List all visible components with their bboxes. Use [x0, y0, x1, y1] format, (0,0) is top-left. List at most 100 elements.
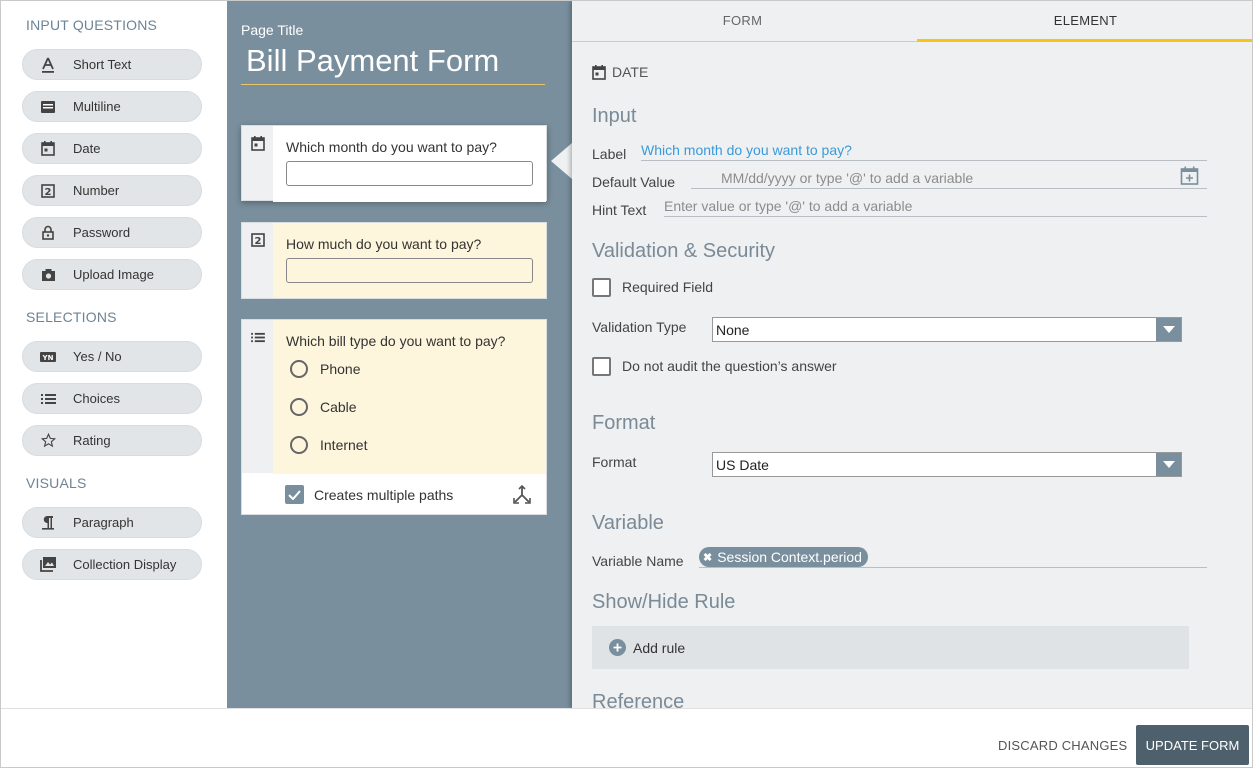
palette-item-label: Multiline [73, 99, 121, 114]
palette-item-label: Upload Image [73, 267, 154, 282]
required-field-checkbox[interactable] [592, 278, 611, 297]
card-handle[interactable]: 2 [242, 223, 273, 298]
required-field-label: Required Field [622, 279, 714, 295]
question-text: Which month do you want to pay? [286, 139, 497, 155]
lock-icon [23, 225, 73, 240]
number-icon: 2 [23, 183, 73, 198]
calendar-icon [250, 136, 265, 200]
format-select[interactable]: US Date [712, 452, 1182, 477]
element-type-label: DATE [612, 64, 649, 80]
properties-panel: FORM ELEMENT DATE Input Label Which mont… [572, 1, 1252, 708]
palette-item-multiline[interactable]: Multiline [22, 91, 202, 122]
default-value-input[interactable]: MM/dd/yyyy or type '@' to add a variable [721, 170, 973, 186]
choice-option-cable[interactable]: Cable [290, 398, 357, 416]
palette-item-upload-image[interactable]: Upload Image [22, 259, 202, 290]
image-gallery-icon [23, 557, 73, 572]
palette-item-number[interactable]: 2 Number [22, 175, 202, 206]
radio-button[interactable] [290, 398, 308, 416]
visuals-heading: VISUALS [26, 475, 87, 491]
date-answer-input[interactable] [286, 161, 533, 186]
question-card-number[interactable]: 2 How much do you want to pay? [241, 222, 547, 299]
palette-item-label: Choices [73, 391, 120, 406]
radio-button[interactable] [290, 360, 308, 378]
palette-item-password[interactable]: Password [22, 217, 202, 248]
choice-option-phone[interactable]: Phone [290, 360, 360, 378]
text-icon [23, 57, 73, 73]
palette-item-yes-no[interactable]: YN Yes / No [22, 341, 202, 372]
default-value-underline [691, 188, 1207, 189]
element-type-header: DATE [592, 64, 648, 80]
label-field-underline [641, 160, 1207, 161]
palette-item-label: Collection Display [73, 557, 177, 572]
selection-pointer [551, 143, 572, 179]
branch-paths-icon[interactable] [512, 484, 532, 510]
calendar-add-icon[interactable] [1180, 166, 1199, 190]
remove-variable-icon[interactable]: ✖ [703, 551, 712, 564]
choice-label: Cable [320, 399, 357, 415]
question-card-date[interactable]: Which month do you want to pay? [241, 125, 547, 202]
no-audit-checkbox[interactable] [592, 357, 611, 376]
element-palette: INPUT QUESTIONS Short Text Multiline Dat… [1, 1, 227, 708]
palette-item-label: Short Text [73, 57, 132, 72]
calendar-icon [592, 64, 606, 80]
show-hide-section-title: Show/Hide Rule [592, 591, 736, 613]
palette-item-short-text[interactable]: Short Text [22, 49, 202, 80]
palette-item-label: Rating [73, 433, 111, 448]
camera-icon [23, 268, 73, 282]
multiple-paths-label: Creates multiple paths [314, 487, 454, 503]
variable-section-title: Variable [592, 512, 664, 534]
palette-item-paragraph[interactable]: Paragraph [22, 507, 202, 538]
radio-button[interactable] [290, 436, 308, 454]
format-label: Format [592, 454, 637, 470]
choice-label: Phone [320, 361, 361, 377]
hint-text-label: Hint Text [592, 202, 647, 218]
add-rule-button[interactable]: Add rule [592, 626, 1189, 669]
palette-item-collection-display[interactable]: Collection Display [22, 549, 202, 580]
input-section-title: Input [592, 105, 637, 127]
palette-item-label: Yes / No [73, 349, 122, 364]
discard-changes-button[interactable]: DISCARD CHANGES [998, 738, 1127, 753]
input-questions-heading: INPUT QUESTIONS [26, 17, 158, 33]
multiple-paths-checkbox[interactable] [285, 485, 304, 504]
chevron-down-icon[interactable] [1156, 453, 1181, 476]
variable-chip[interactable]: ✖ Session Context.period [699, 547, 868, 567]
yes-no-icon: YN [23, 351, 73, 363]
page-title-underline [241, 84, 545, 85]
question-text: How much do you want to pay? [286, 236, 482, 252]
number-answer-input[interactable] [286, 258, 533, 283]
multiline-icon [23, 100, 73, 114]
format-value: US Date [716, 457, 769, 473]
palette-item-label: Paragraph [73, 515, 134, 530]
tab-form[interactable]: FORM [572, 1, 913, 42]
form-canvas: Page Title Bill Payment Form Which month… [227, 1, 572, 708]
update-form-button[interactable]: UPDATE FORM [1136, 725, 1249, 765]
paragraph-icon [23, 515, 73, 530]
svg-text:YN: YN [42, 354, 54, 362]
list-icon [23, 393, 73, 405]
page-title-input[interactable]: Bill Payment Form [246, 43, 499, 79]
validation-type-label: Validation Type [592, 319, 687, 335]
palette-item-label: Date [73, 141, 101, 156]
card-handle[interactable] [242, 126, 273, 200]
palette-item-choices[interactable]: Choices [22, 383, 202, 414]
tab-element[interactable]: ELEMENT [917, 1, 1252, 42]
list-icon [250, 330, 265, 473]
calendar-icon [23, 141, 73, 156]
variable-name-underline [699, 567, 1207, 568]
palette-item-rating[interactable]: Rating [22, 425, 202, 456]
question-card-choices[interactable]: Which bill type do you want to pay? Phon… [241, 319, 547, 515]
chevron-down-icon[interactable] [1156, 318, 1181, 341]
choice-option-internet[interactable]: Internet [290, 436, 367, 454]
add-circle-icon [609, 639, 626, 656]
format-section-title: Format [592, 412, 656, 434]
hint-text-input[interactable]: Enter value or type '@' to add a variabl… [664, 198, 912, 214]
label-field-input[interactable]: Which month do you want to pay? [641, 142, 852, 158]
palette-item-date[interactable]: Date [22, 133, 202, 164]
add-rule-label: Add rule [633, 639, 686, 656]
validation-type-select[interactable]: None [712, 317, 1182, 342]
question-text: Which bill type do you want to pay? [286, 333, 506, 349]
palette-item-label: Number [73, 183, 120, 198]
no-audit-label: Do not audit the question’s answer [622, 358, 837, 374]
app-window: INPUT QUESTIONS Short Text Multiline Dat… [0, 0, 1253, 768]
card-handle[interactable] [242, 320, 273, 473]
